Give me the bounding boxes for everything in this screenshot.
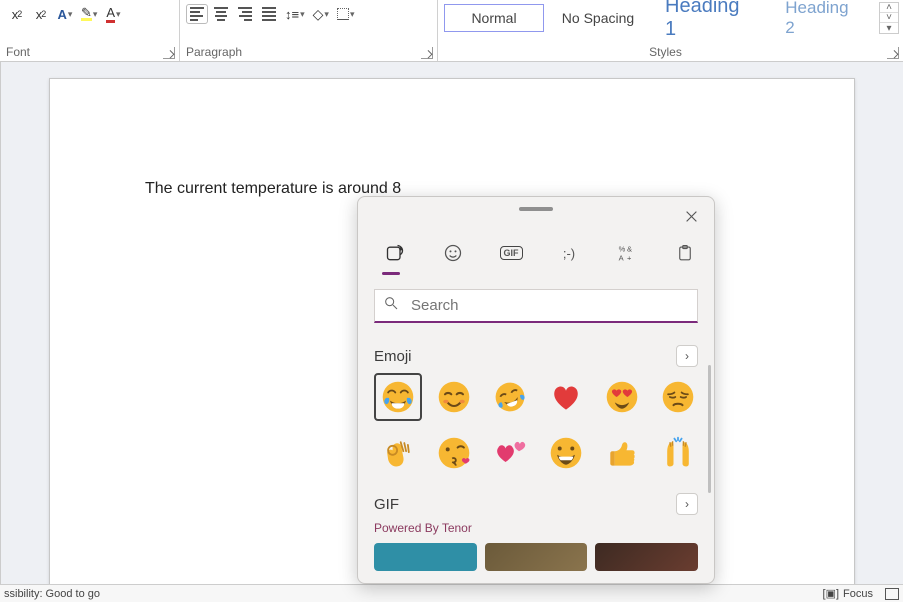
search-field[interactable] <box>374 289 698 323</box>
font-color-button[interactable]: A▾ <box>102 2 124 26</box>
gif-thumb-3[interactable] <box>595 543 698 571</box>
emoji-thumbs-up[interactable] <box>598 429 646 477</box>
subscript-button[interactable]: x2 <box>6 2 28 26</box>
align-right-button[interactable] <box>234 2 256 26</box>
shading-button[interactable]: ◇▾ <box>310 2 332 26</box>
style-no-spacing[interactable]: No Spacing <box>548 4 648 32</box>
powered-by-tenor: Powered By Tenor <box>374 521 698 535</box>
gif-thumb-2[interactable] <box>485 543 588 571</box>
drag-handle-icon[interactable] <box>519 207 553 211</box>
gif-row <box>374 543 698 571</box>
read-mode-icon[interactable] <box>885 588 899 600</box>
borders-button[interactable]: ▾ <box>334 2 358 26</box>
picker-scrollbar[interactable] <box>708 365 711 493</box>
align-left-button[interactable] <box>186 4 208 24</box>
emoji-face-blowing-kiss[interactable] <box>430 429 478 477</box>
text-effects-button[interactable]: A▾ <box>54 2 76 26</box>
emoji-heart-eyes[interactable] <box>598 373 646 421</box>
superscript-button[interactable]: x2 <box>30 2 52 26</box>
emoji-pensive-face[interactable] <box>654 373 702 421</box>
close-button[interactable] <box>680 205 702 227</box>
picker-scroll-area: Emoji › <box>358 337 714 583</box>
style-gallery-scroll[interactable]: ˄ ˅ ▾ <box>879 2 899 34</box>
emoji-picker: GIF ;-) %&A+ Emoji › <box>357 196 715 584</box>
paragraph-group-label: Paragraph <box>186 45 242 59</box>
align-justify-button[interactable] <box>258 2 280 26</box>
svg-text:+: + <box>627 254 632 263</box>
styles-down-icon[interactable]: ˅ <box>880 13 898 23</box>
search-input[interactable] <box>411 297 689 314</box>
focus-mode-button[interactable]: [▣]Focus <box>823 587 873 600</box>
emoji-red-heart[interactable] <box>542 373 590 421</box>
emoji-grid <box>374 373 698 477</box>
styles-dialog-launcher[interactable] <box>887 47 899 59</box>
accessibility-status: ssibility: Good to go <box>4 588 100 600</box>
emoji-smiling-face[interactable] <box>430 373 478 421</box>
section-emoji-title: Emoji <box>374 348 412 365</box>
emoji-raising-hands[interactable] <box>654 429 702 477</box>
style-heading-2[interactable]: Heading 2 <box>772 4 875 32</box>
highlight-color-button[interactable]: ✎▾ <box>78 2 100 26</box>
tab-recent[interactable] <box>378 239 412 267</box>
emoji-face-with-tears-of-joy[interactable] <box>374 373 422 421</box>
style-normal[interactable]: Normal <box>444 4 544 32</box>
paragraph-dialog-launcher[interactable] <box>421 47 433 59</box>
picker-tabs: GIF ;-) %&A+ <box>378 239 702 267</box>
ribbon-group-paragraph: ↕≡▾ ◇▾ ▾ Paragraph <box>180 0 438 61</box>
emoji-ok-hand[interactable] <box>374 429 422 477</box>
search-icon <box>383 295 399 316</box>
emoji-expand-button[interactable]: › <box>676 345 698 367</box>
align-center-button[interactable] <box>210 2 232 26</box>
font-dialog-launcher[interactable] <box>163 47 175 59</box>
tab-symbols[interactable]: %&A+ <box>610 239 644 267</box>
status-bar: ssibility: Good to go [▣]Focus <box>0 584 903 602</box>
svg-text:%: % <box>619 244 626 253</box>
ribbon: x2 x2 A▾ ✎▾ A▾ Font ↕≡▾ ◇▾ ▾ Paragraph <box>0 0 903 62</box>
styles-group-label: Styles <box>649 45 682 59</box>
gif-expand-button[interactable]: › <box>676 493 698 515</box>
styles-more-icon[interactable]: ▾ <box>880 23 898 33</box>
style-heading-1[interactable]: Heading 1 <box>652 4 768 32</box>
tab-kaomoji[interactable]: ;-) <box>552 239 586 267</box>
line-spacing-button[interactable]: ↕≡▾ <box>282 2 308 26</box>
font-group-label: Font <box>6 45 30 59</box>
emoji-rolling-on-floor-laughing[interactable] <box>486 373 534 421</box>
emoji-two-hearts[interactable] <box>486 429 534 477</box>
tab-clipboard[interactable] <box>668 239 702 267</box>
ribbon-group-styles: Normal No Spacing Heading 1 Heading 2 ˄ … <box>438 0 903 61</box>
svg-text:A: A <box>619 254 624 263</box>
section-gif-title: GIF <box>374 496 399 513</box>
tab-emoji[interactable] <box>436 239 470 267</box>
svg-text:&: & <box>627 244 632 253</box>
tab-gif[interactable]: GIF <box>494 239 528 267</box>
emoji-grinning-face[interactable] <box>542 429 590 477</box>
gif-thumb-1[interactable] <box>374 543 477 571</box>
ribbon-group-font: x2 x2 A▾ ✎▾ A▾ Font <box>0 0 180 61</box>
